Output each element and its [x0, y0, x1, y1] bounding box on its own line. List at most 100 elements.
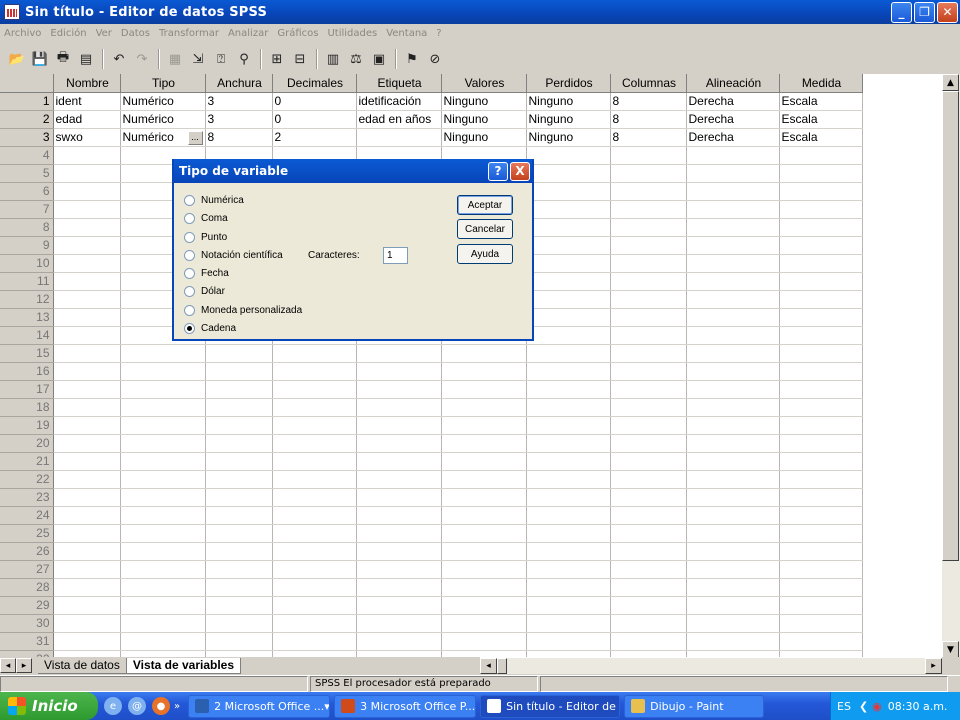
grid-cell[interactable]: [53, 182, 121, 201]
col-header-decimales[interactable]: Decimales: [272, 74, 357, 93]
grid-cell[interactable]: [526, 380, 611, 399]
menu-ventana[interactable]: Ventana: [386, 28, 427, 39]
grid-cell[interactable]: [610, 146, 687, 165]
language-indicator[interactable]: ES: [837, 700, 851, 713]
grid-cell[interactable]: [120, 434, 206, 453]
col-header-valores[interactable]: Valores: [441, 74, 527, 93]
quicklaunch-more-icon[interactable]: »: [174, 701, 180, 712]
print-icon[interactable]: 🖶: [52, 48, 74, 70]
save-icon[interactable]: 💾: [29, 48, 51, 70]
grid-cell[interactable]: [686, 542, 780, 561]
menu-graficos[interactable]: Gráficos: [277, 28, 318, 39]
grid-cell[interactable]: [272, 380, 357, 399]
grid-cell[interactable]: [441, 578, 527, 597]
characters-input[interactable]: 1: [383, 247, 408, 264]
grid-cell[interactable]: [53, 218, 121, 237]
grid-cell[interactable]: Ninguno: [441, 110, 527, 129]
grid-cell[interactable]: [526, 218, 611, 237]
grid-cell[interactable]: [779, 416, 863, 435]
grid-cell[interactable]: Escala: [779, 110, 863, 129]
radio-coma[interactable]: Coma: [184, 213, 228, 224]
grid-cell[interactable]: [526, 290, 611, 309]
grid-cell[interactable]: [53, 614, 121, 633]
grid-cell[interactable]: [272, 344, 357, 363]
grid-cell[interactable]: [120, 596, 206, 615]
grid-cell[interactable]: [779, 344, 863, 363]
grid-cell[interactable]: [526, 506, 611, 525]
row-number[interactable]: 31: [0, 632, 54, 651]
grid-cell[interactable]: [526, 362, 611, 381]
grid-cell[interactable]: [610, 470, 687, 489]
tray-arrow-icon[interactable]: ❮: [859, 700, 868, 713]
grid-cell[interactable]: [441, 560, 527, 579]
grid-cell[interactable]: [272, 632, 357, 651]
grid-cell[interactable]: [441, 470, 527, 489]
insert-case-icon[interactable]: ⊞: [266, 48, 288, 70]
grid-cell[interactable]: Numérico: [120, 110, 206, 129]
grid-cell[interactable]: [120, 488, 206, 507]
grid-cell[interactable]: [272, 362, 357, 381]
row-number[interactable]: 20: [0, 434, 54, 453]
grid-cell[interactable]: [53, 434, 121, 453]
row-number[interactable]: 24: [0, 506, 54, 525]
grid-cell[interactable]: [441, 542, 527, 561]
grid-cell[interactable]: [526, 488, 611, 507]
grid-cell[interactable]: [610, 542, 687, 561]
scroll-down-button[interactable]: ▼: [942, 641, 959, 658]
grid-cell[interactable]: [441, 416, 527, 435]
grid-cell[interactable]: edad: [53, 110, 121, 129]
radio-dolar[interactable]: Dólar: [184, 286, 225, 297]
grid-cell[interactable]: [205, 380, 273, 399]
row-number[interactable]: 14: [0, 326, 54, 345]
grid-cell[interactable]: 0: [272, 92, 357, 111]
start-button[interactable]: Inicio: [0, 692, 98, 720]
grid-cell[interactable]: swxo: [53, 128, 121, 147]
grid-cell[interactable]: [205, 560, 273, 579]
grid-cell[interactable]: [53, 272, 121, 291]
weight-cases-icon[interactable]: ⚖: [345, 48, 367, 70]
grid-cell[interactable]: [686, 488, 780, 507]
grid-cell[interactable]: [779, 470, 863, 489]
grid-cell[interactable]: [610, 200, 687, 219]
grid-cell[interactable]: [205, 614, 273, 633]
horizontal-scrollbar[interactable]: ◂ ▸: [480, 657, 942, 674]
grid-cell[interactable]: [610, 560, 687, 579]
tab-vista-variables[interactable]: Vista de variables: [125, 657, 242, 674]
redo-icon[interactable]: ↷: [131, 48, 153, 70]
grid-cell[interactable]: [526, 596, 611, 615]
grid-cell[interactable]: [686, 524, 780, 543]
menu-transformar[interactable]: Transformar: [159, 28, 219, 39]
grid-cell[interactable]: [610, 326, 687, 345]
grid-cell[interactable]: [205, 362, 273, 381]
scroll-right-button[interactable]: ▸: [925, 658, 942, 674]
grid-cell[interactable]: [356, 524, 442, 543]
col-header-perdidos[interactable]: Perdidos: [526, 74, 611, 93]
vertical-scrollbar[interactable]: ▲ ▼: [942, 74, 960, 658]
grid-cell[interactable]: [356, 650, 442, 657]
grid-cell[interactable]: [53, 524, 121, 543]
grid-cell[interactable]: Ninguno: [441, 128, 527, 147]
restore-button[interactable]: ❐: [914, 1, 935, 23]
chart-icon[interactable]: ▦: [164, 48, 186, 70]
grid-cell[interactable]: [205, 488, 273, 507]
row-number[interactable]: 30: [0, 614, 54, 633]
grid-cell[interactable]: [526, 164, 611, 183]
task-paint[interactable]: Dibujo - Paint: [624, 694, 765, 718]
grid-cell[interactable]: 0: [272, 110, 357, 129]
row-number[interactable]: 22: [0, 470, 54, 489]
tab-scroll-left-icon[interactable]: ◂: [0, 658, 16, 673]
grid-cell[interactable]: [779, 542, 863, 561]
grid-cell[interactable]: [272, 416, 357, 435]
col-header-anchura[interactable]: Anchura: [205, 74, 273, 93]
grid-cell[interactable]: [272, 542, 357, 561]
grid-cell[interactable]: [686, 560, 780, 579]
grid-cell[interactable]: [53, 416, 121, 435]
grid-cell[interactable]: [356, 416, 442, 435]
grid-cell[interactable]: [526, 614, 611, 633]
grid-cell[interactable]: Ninguno: [441, 92, 527, 111]
grid-cell[interactable]: [120, 470, 206, 489]
grid-cell[interactable]: [686, 236, 780, 255]
grid-cell[interactable]: [53, 650, 121, 657]
grid-cell[interactable]: [526, 326, 611, 345]
grid-cell[interactable]: [205, 650, 273, 657]
